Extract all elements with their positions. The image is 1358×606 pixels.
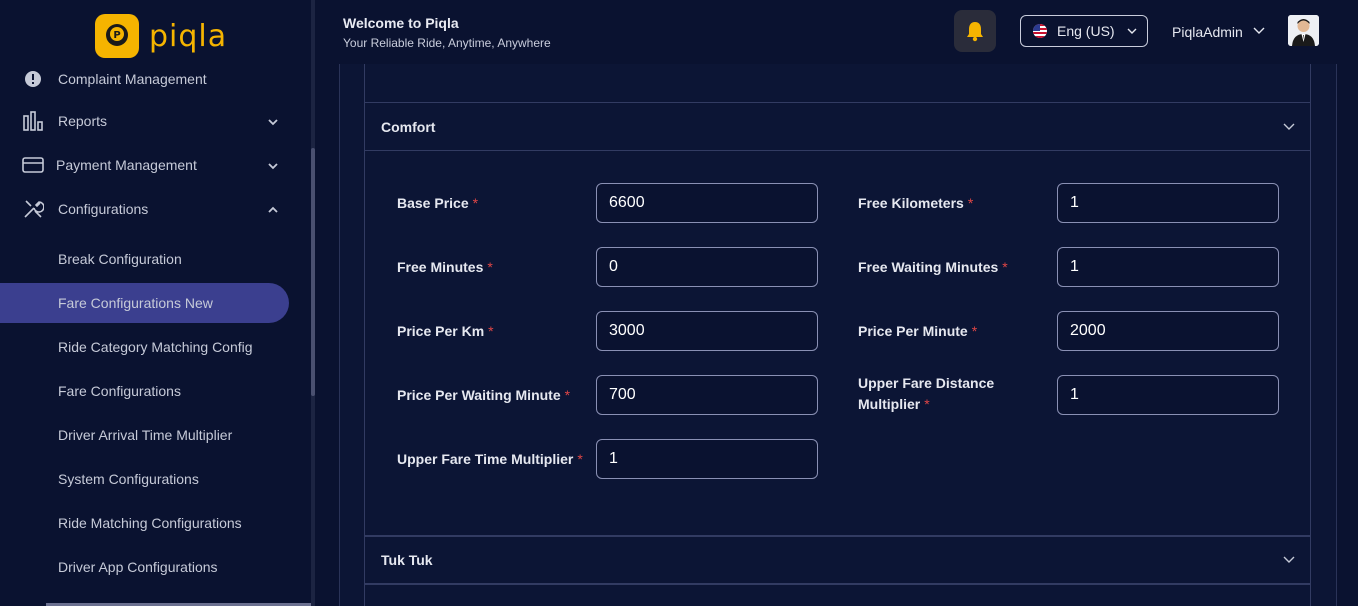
price-per-km-input[interactable]: [596, 311, 818, 351]
required-mark: *: [488, 323, 494, 339]
alert-circle-icon: [22, 68, 44, 90]
avatar[interactable]: [1288, 15, 1319, 46]
sidebar-subitem-fare-configurations[interactable]: Fare Configurations: [0, 371, 311, 411]
sidebar-subitem-label: Driver App Configurations: [58, 559, 218, 575]
sidebar-item-complaint-management[interactable]: Complaint Management: [0, 59, 311, 99]
free-kilometers-label: Free Kilometers *: [858, 193, 973, 214]
notification-button[interactable]: [954, 10, 996, 52]
sidebar-subitem-driver-arrival-time-multiplier[interactable]: Driver Arrival Time Multiplier: [0, 415, 311, 455]
sidebar-subitem-ride-matching-configurations[interactable]: Ride Matching Configurations: [0, 503, 311, 543]
required-mark: *: [967, 195, 974, 211]
comfort-section-header[interactable]: Comfort: [364, 103, 1311, 151]
field-label-text: Price Per Minute: [858, 323, 968, 339]
field-label-text: Base Price: [397, 195, 469, 211]
sidebar-item-reports[interactable]: Reports: [0, 101, 311, 141]
header-title: Welcome to Piqla: [343, 15, 459, 31]
section-title: Comfort: [381, 119, 436, 135]
next-section-box: [364, 584, 1311, 606]
field-label-text: Free Minutes: [397, 259, 484, 275]
chevron-up-icon: [268, 206, 278, 213]
logo[interactable]: P piqla: [95, 14, 227, 58]
user-menu-name[interactable]: PiqlaAdmin: [1172, 24, 1243, 40]
free-minutes-label: Free Minutes *: [397, 257, 493, 278]
logo-text: piqla: [149, 18, 228, 54]
sidebar-subitem-driver-app-configurations[interactable]: Driver App Configurations: [0, 547, 311, 587]
sidebar-subitem-ride-category-matching-config[interactable]: Ride Category Matching Config: [0, 327, 311, 367]
field-label-text: Price Per Km: [397, 323, 485, 339]
sidebar-item-label: Payment Management: [56, 157, 197, 173]
base-price-input[interactable]: [596, 183, 818, 223]
upper-fare-distance-multiplier-label: Upper Fare Distance Multiplier *: [858, 373, 994, 415]
required-mark: *: [472, 195, 479, 211]
logo-badge-icon: P: [95, 14, 139, 58]
credit-card-icon: [22, 154, 44, 176]
field-label-text: Free Waiting Minutes: [858, 259, 999, 275]
sidebar-subitem-break-configuration[interactable]: Break Configuration: [0, 239, 311, 279]
header-subtitle: Your Reliable Ride, Anytime, Anywhere: [343, 36, 551, 50]
svg-text:P: P: [113, 30, 120, 41]
price-per-minute-label: Price Per Minute *: [858, 321, 977, 342]
tools-icon: [22, 198, 44, 220]
required-mark: *: [564, 387, 571, 403]
field-label-text: Upper Fare Distance: [858, 375, 995, 391]
language-select[interactable]: Eng (US): [1020, 15, 1148, 47]
field-label-text: Multiplier: [858, 396, 921, 412]
upper-fare-time-multiplier-label: Upper Fare Time Multiplier *: [397, 449, 583, 470]
chevron-down-icon: [1283, 123, 1295, 130]
free-kilometers-input[interactable]: [1057, 183, 1279, 223]
upper-fare-time-multiplier-input[interactable]: [596, 439, 818, 479]
required-mark: *: [1002, 259, 1008, 275]
sidebar-scrollbar-thumb[interactable]: [311, 148, 315, 396]
free-minutes-input[interactable]: [596, 247, 818, 287]
required-mark: *: [971, 323, 978, 339]
field-label-text: Free Kilometers: [858, 195, 964, 211]
sidebar-subitem-label: Driver Arrival Time Multiplier: [58, 427, 233, 443]
sidebar-item-label: Reports: [58, 113, 108, 129]
chevron-down-icon[interactable]: [1252, 24, 1266, 38]
required-mark: *: [487, 259, 493, 275]
base-price-label: Base Price *: [397, 193, 478, 214]
chevron-down-icon: [268, 119, 278, 126]
sidebar-subitem-fare-configurations-new[interactable]: Fare Configurations New: [0, 283, 289, 323]
sidebar-subitem-label: Break Configuration: [58, 251, 182, 267]
upper-fare-distance-multiplier-input[interactable]: [1057, 375, 1279, 415]
sidebar-subitem-label: Fare Configurations New: [58, 295, 213, 311]
sidebar-subitem-system-configurations[interactable]: System Configurations: [0, 459, 311, 499]
sidebar-subitem-label: Ride Matching Configurations: [58, 515, 242, 531]
price-per-waiting-minute-input[interactable]: [596, 375, 818, 415]
required-mark: *: [924, 396, 930, 412]
sidebar-subitem-label: Fare Configurations: [58, 383, 181, 399]
tuk-tuk-section-header[interactable]: Tuk Tuk: [364, 536, 1311, 584]
free-waiting-minutes-input[interactable]: [1057, 247, 1279, 287]
sidebar-item-label: Configurations: [58, 201, 149, 217]
us-flag-icon: [1033, 24, 1047, 38]
previous-section-box: [364, 64, 1311, 103]
language-label: Eng (US): [1057, 23, 1115, 39]
sidebar-subitem-label: Ride Category Matching Config: [58, 339, 253, 355]
required-mark: *: [577, 451, 583, 467]
chevron-down-icon: [268, 163, 278, 170]
top-header: Welcome to Piqla Your Reliable Ride, Any…: [315, 0, 1358, 64]
chevron-down-icon: [1127, 28, 1137, 34]
price-per-minute-input[interactable]: [1057, 311, 1279, 351]
sidebar: P piqla Complaint Management Reports Pay…: [0, 0, 311, 606]
bar-chart-icon: [22, 110, 44, 132]
sidebar-item-label: Complaint Management: [58, 71, 207, 87]
sidebar-item-payment-management[interactable]: Payment Management: [0, 145, 311, 185]
price-per-waiting-minute-label: Price Per Waiting Minute *: [397, 385, 570, 406]
field-label-text: Upper Fare Time Multiplier: [397, 451, 574, 467]
bell-icon: [967, 22, 983, 42]
price-per-km-label: Price Per Km *: [397, 321, 494, 342]
free-waiting-minutes-label: Free Waiting Minutes *: [858, 257, 1008, 278]
chevron-down-icon: [1283, 556, 1295, 563]
sidebar-item-configurations[interactable]: Configurations: [0, 189, 311, 229]
sidebar-subitem-label: System Configurations: [58, 471, 199, 487]
field-label-text: Price Per Waiting Minute: [397, 387, 561, 403]
section-title: Tuk Tuk: [381, 552, 433, 568]
